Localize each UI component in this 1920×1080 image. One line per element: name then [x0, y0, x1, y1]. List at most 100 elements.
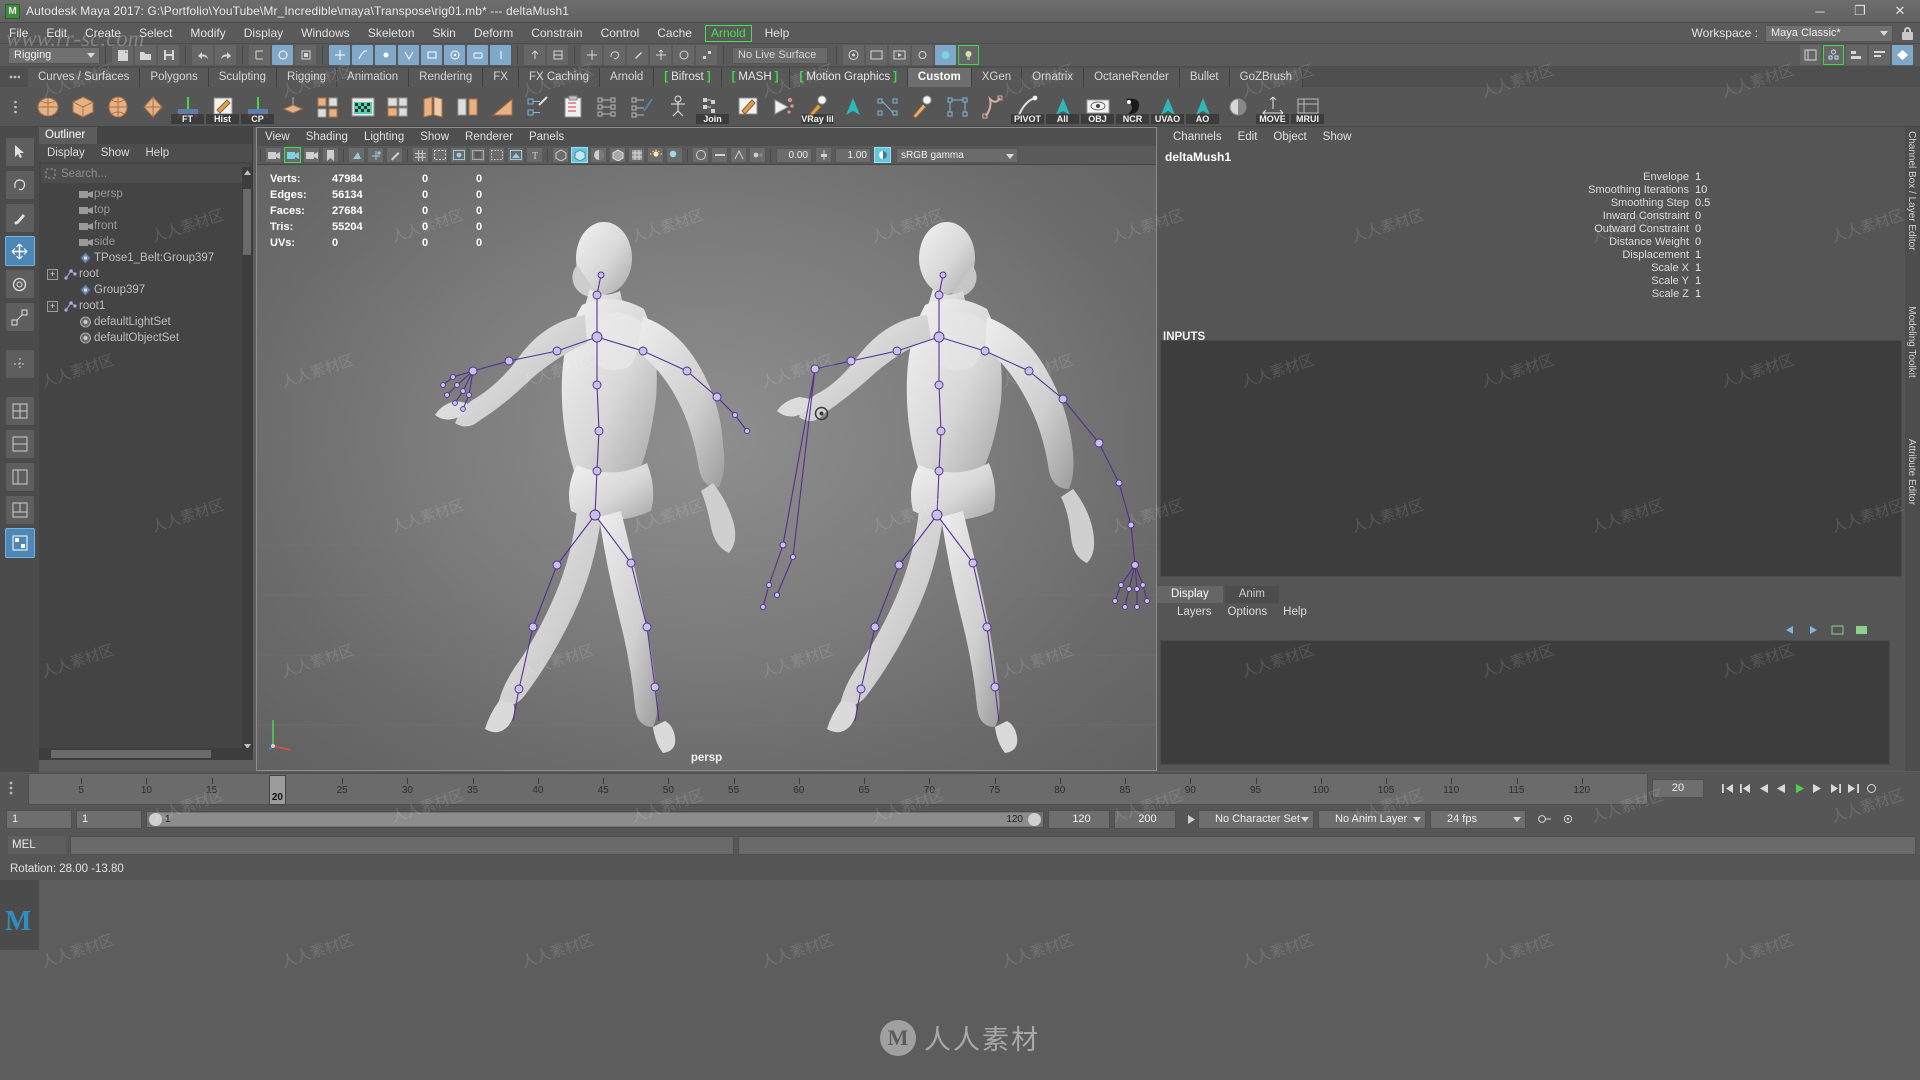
outliner-item-tpose1-belt-group397[interactable]: TPose1_Belt:Group397 [39, 250, 252, 266]
shelf-icon-26[interactable] [941, 90, 974, 124]
snap-to-grid-button[interactable] [329, 45, 350, 65]
channel-value[interactable]: 0 [1695, 236, 1785, 248]
grid-toggle-icon[interactable] [412, 147, 429, 163]
hypershade-layout-button[interactable] [4, 528, 35, 558]
wireframe-shading-icon[interactable] [552, 147, 569, 163]
shelf-tab-motion-graphics[interactable]: Motion Graphics [789, 68, 908, 87]
channel-row[interactable]: Smoothing Iterations 10 [1495, 183, 1895, 196]
range-bar[interactable]: 1 120 [146, 810, 1044, 828]
shelf-icon-17[interactable] [626, 90, 659, 124]
lock-icon[interactable] [1901, 26, 1914, 41]
last-tool-used-button[interactable] [4, 349, 35, 379]
history-toggle-button[interactable] [524, 45, 545, 65]
command-input-field[interactable] [70, 835, 734, 855]
exposure-field[interactable]: 0.00 [776, 147, 812, 163]
channel-box-panel-button[interactable] [1892, 45, 1913, 65]
shelf-icon-15[interactable] [556, 90, 589, 124]
rotate-tool-toolbox-button[interactable] [4, 269, 35, 299]
scroll-up-icon[interactable] [242, 167, 252, 178]
playback-options-button[interactable] [1862, 778, 1880, 798]
select-by-object-type-button[interactable] [272, 45, 293, 65]
vtab-attribute-editor[interactable]: Attribute Editor [1906, 427, 1917, 517]
ipr-render-button[interactable] [866, 45, 887, 65]
outliner-horizontal-scrollbar[interactable] [39, 748, 253, 760]
outliner-menu-display[interactable]: Display [39, 147, 93, 159]
texture-display-icon[interactable] [628, 147, 645, 163]
shelf-icon-11[interactable] [416, 90, 449, 124]
shelf-tab-sculpting[interactable]: Sculpting [208, 68, 278, 87]
layer-menu-layers[interactable]: Layers [1169, 606, 1220, 618]
resolution-gate-icon[interactable] [450, 147, 467, 163]
shadows-icon[interactable] [666, 147, 683, 163]
shelf-icon-cp[interactable]: CP [241, 90, 274, 124]
safe-action-icon[interactable] [488, 147, 505, 163]
snap-to-view-planes-button[interactable] [421, 45, 442, 65]
channel-value[interactable]: 10 [1695, 184, 1785, 196]
auto-keyframe-toggle-icon[interactable] [1534, 810, 1554, 828]
shelf-tab-fx-caching[interactable]: FX Caching [518, 68, 601, 87]
shelf-icon-9[interactable] [346, 90, 379, 124]
outliner-menu-help[interactable]: Help [138, 147, 178, 159]
channel-row[interactable]: Smoothing Step 0.5 [1495, 196, 1895, 209]
channel-value[interactable]: 0 [1695, 210, 1785, 222]
shelf-tab-custom[interactable]: Custom [907, 68, 972, 87]
channel-value[interactable]: 1 [1695, 288, 1785, 300]
shelf-icon-10[interactable] [381, 90, 414, 124]
layer-new-empty-icon[interactable] [1828, 622, 1847, 638]
viewport-menu-lighting[interactable]: Lighting [356, 131, 412, 143]
select-tool-toolbox-button[interactable] [4, 137, 35, 167]
anim-layer-dropdown[interactable]: No Anim Layer [1318, 809, 1426, 829]
animation-preferences-icon[interactable] [1558, 810, 1578, 828]
character-set-dropdown[interactable]: No Character Set [1198, 809, 1314, 829]
menu-skin[interactable]: Skin [424, 23, 465, 44]
shelf-tab-curves-surfaces[interactable]: Curves / Surfaces [28, 68, 141, 87]
viewport-menu-view[interactable]: View [257, 131, 298, 143]
channel-row[interactable]: Outward Constraint 0 [1495, 222, 1895, 235]
shelf-icon-34[interactable] [1221, 90, 1254, 124]
step-forward-key-button[interactable] [1826, 778, 1844, 798]
range-start-field[interactable]: 1 [76, 809, 142, 829]
channel-value[interactable]: 1 [1695, 262, 1785, 274]
snap-to-point-button[interactable] [375, 45, 396, 65]
shelf-tab-arnold[interactable]: Arnold [600, 68, 655, 87]
gate-mask-icon[interactable] [469, 147, 486, 163]
layer-menu-options[interactable]: Options [1220, 606, 1276, 618]
scale-tool-toolbox-button[interactable] [4, 302, 35, 332]
shelf-icon-23[interactable] [836, 90, 869, 124]
depth-of-field-icon[interactable] [749, 147, 766, 163]
channel-value[interactable]: 1 [1695, 171, 1785, 183]
shelf-icon-18[interactable] [661, 90, 694, 124]
rotate-tool-button[interactable] [673, 45, 694, 65]
outliner-item-front[interactable]: front [39, 218, 252, 234]
menu-constrain[interactable]: Constrain [522, 23, 591, 44]
viewport-canvas[interactable]: Verts: 47984 0 0 Edges: 56134 0 0 Faces: 27684 0 0 T… [257, 165, 1156, 770]
channelbox-menu-channels[interactable]: Channels [1165, 131, 1230, 143]
time-slider-menu-icon[interactable] [4, 780, 22, 798]
range-left-knob[interactable] [149, 812, 162, 826]
multisample-aa-icon[interactable] [730, 147, 747, 163]
save-scene-button[interactable] [158, 45, 179, 65]
shelf-icon-uvao[interactable]: UVAO [1151, 90, 1184, 124]
shelf-icon-ao[interactable]: AO [1186, 90, 1219, 124]
open-scene-button[interactable] [135, 45, 156, 65]
menu-arnold[interactable]: Arnold [704, 24, 752, 42]
light-toggle-button[interactable] [958, 45, 979, 65]
menuset-dropdown[interactable]: Rigging [8, 46, 100, 64]
channel-row[interactable]: Scale X 1 [1495, 261, 1895, 274]
character-set-icon[interactable] [1182, 810, 1198, 828]
shelf-icon-all[interactable]: All [1046, 90, 1079, 124]
persp-graph-layout-button[interactable] [4, 495, 35, 525]
hypershade-button[interactable] [935, 45, 956, 65]
menu-modify[interactable]: Modify [181, 23, 234, 44]
smooth-shade-all-icon[interactable] [571, 147, 588, 163]
menu-select[interactable]: Select [130, 23, 181, 44]
menu-control[interactable]: Control [592, 23, 649, 44]
color-management-toggle-icon[interactable] [874, 147, 891, 163]
hypergraph-panel-button[interactable] [1823, 45, 1844, 65]
outliner-persp-layout-button[interactable] [4, 462, 35, 492]
snap-to-live-button[interactable] [444, 45, 465, 65]
scale-tool-button[interactable] [696, 45, 717, 65]
outliner-vertical-scrollbar[interactable] [242, 167, 252, 752]
outliner-search-row[interactable]: Search... [41, 164, 250, 183]
shelf-icon-3[interactable] [136, 90, 169, 124]
